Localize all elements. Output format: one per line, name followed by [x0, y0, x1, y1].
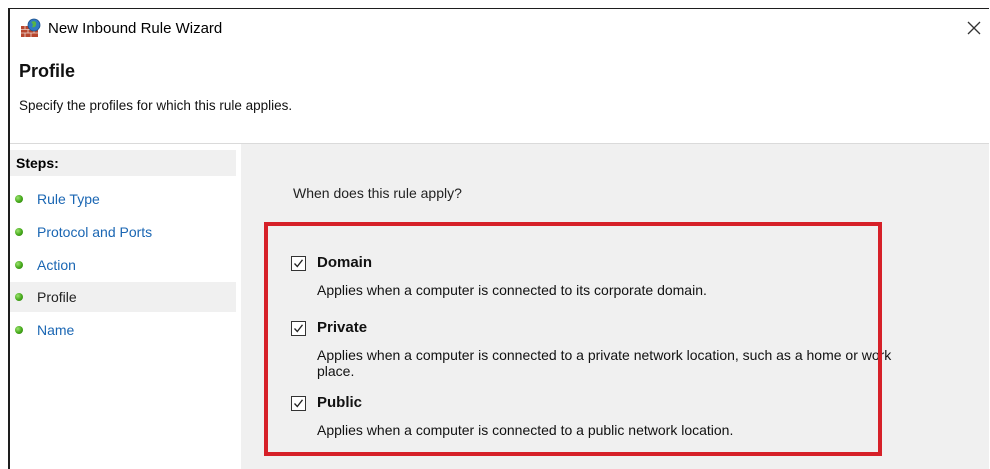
- step-rule-type[interactable]: Rule Type: [10, 184, 236, 214]
- step-label: Profile: [37, 289, 77, 305]
- checkmark-icon: [294, 399, 304, 408]
- private-label[interactable]: Private: [317, 319, 367, 336]
- green-dot-icon: [15, 293, 23, 301]
- domain-checkbox[interactable]: [291, 256, 306, 271]
- steps-heading: Steps:: [10, 150, 236, 176]
- public-label[interactable]: Public: [317, 394, 362, 411]
- rule-apply-question: When does this rule apply?: [293, 185, 462, 201]
- public-checkbox[interactable]: [291, 396, 306, 411]
- step-label: Protocol and Ports: [37, 224, 153, 240]
- step-label: Name: [37, 322, 75, 338]
- step-action[interactable]: Action: [10, 250, 236, 280]
- domain-description: Applies when a computer is connected to …: [317, 282, 707, 298]
- step-label: Rule Type: [37, 191, 100, 207]
- page-description: Specify the profiles for which this rule…: [19, 98, 293, 113]
- step-profile[interactable]: Profile: [10, 282, 236, 312]
- content-panel: When does this rule apply? Domain Applie…: [241, 144, 989, 469]
- firewall-app-icon: [20, 18, 42, 38]
- step-label: Action: [37, 257, 76, 273]
- page-title: Profile: [19, 61, 76, 81]
- green-dot-icon: [15, 228, 23, 236]
- green-dot-icon: [15, 326, 23, 334]
- close-button[interactable]: [961, 15, 987, 41]
- window-title: New Inbound Rule Wizard: [48, 20, 223, 37]
- checkmark-icon: [294, 259, 304, 268]
- title-bar: New Inbound Rule Wizard: [10, 9, 989, 47]
- steps-panel: Steps: Rule Type Protocol and Ports Acti…: [10, 144, 236, 469]
- public-description: Applies when a computer is connected to …: [317, 422, 734, 438]
- wizard-window: New Inbound Rule Wizard Profile Specify …: [8, 8, 989, 469]
- private-checkbox[interactable]: [291, 321, 306, 336]
- checkmark-icon: [294, 324, 304, 333]
- step-protocol-and-ports[interactable]: Protocol and Ports: [10, 217, 236, 247]
- domain-label[interactable]: Domain: [317, 254, 372, 271]
- step-name[interactable]: Name: [10, 315, 236, 345]
- close-icon: [967, 21, 981, 35]
- green-dot-icon: [15, 261, 23, 269]
- private-description: Applies when a computer is connected to …: [317, 347, 892, 379]
- green-dot-icon: [15, 195, 23, 203]
